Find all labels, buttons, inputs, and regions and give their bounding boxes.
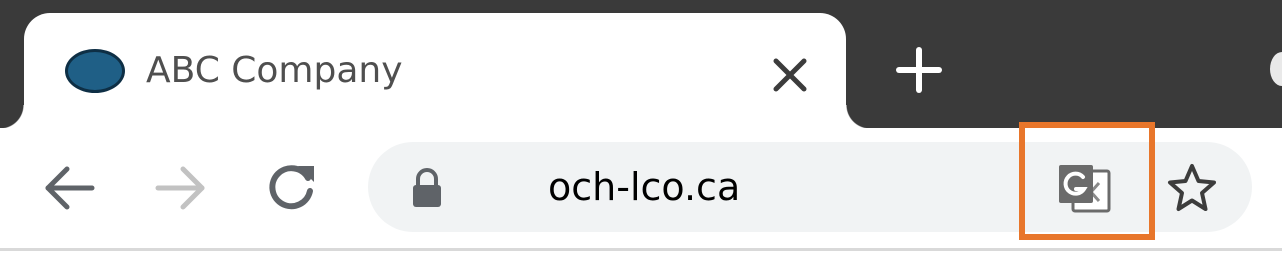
tab-strip: ABC Company — [0, 0, 1282, 129]
site-favicon-icon — [65, 49, 125, 93]
profile-avatar[interactable] — [1270, 52, 1282, 86]
lock-icon[interactable] — [410, 167, 444, 209]
back-button[interactable] — [40, 158, 100, 218]
url-text[interactable]: och-lco.ca — [548, 162, 740, 212]
browser-window: ABC Company och-lco.ca — [0, 0, 1282, 258]
bookmark-button[interactable] — [1164, 160, 1220, 216]
reload-icon — [269, 165, 314, 210]
arrow-right-icon — [155, 166, 205, 210]
toolbar-divider — [0, 248, 1282, 251]
new-tab-button[interactable] — [893, 44, 945, 96]
reload-button[interactable] — [262, 158, 322, 218]
close-icon[interactable] — [768, 53, 812, 97]
plus-icon — [896, 47, 942, 93]
star-icon — [1168, 164, 1216, 211]
highlight-box — [1019, 122, 1155, 240]
active-tab[interactable]: ABC Company — [0, 13, 870, 129]
forward-button[interactable] — [150, 158, 210, 218]
arrow-left-icon — [45, 166, 95, 210]
tab-title: ABC Company — [146, 50, 403, 91]
